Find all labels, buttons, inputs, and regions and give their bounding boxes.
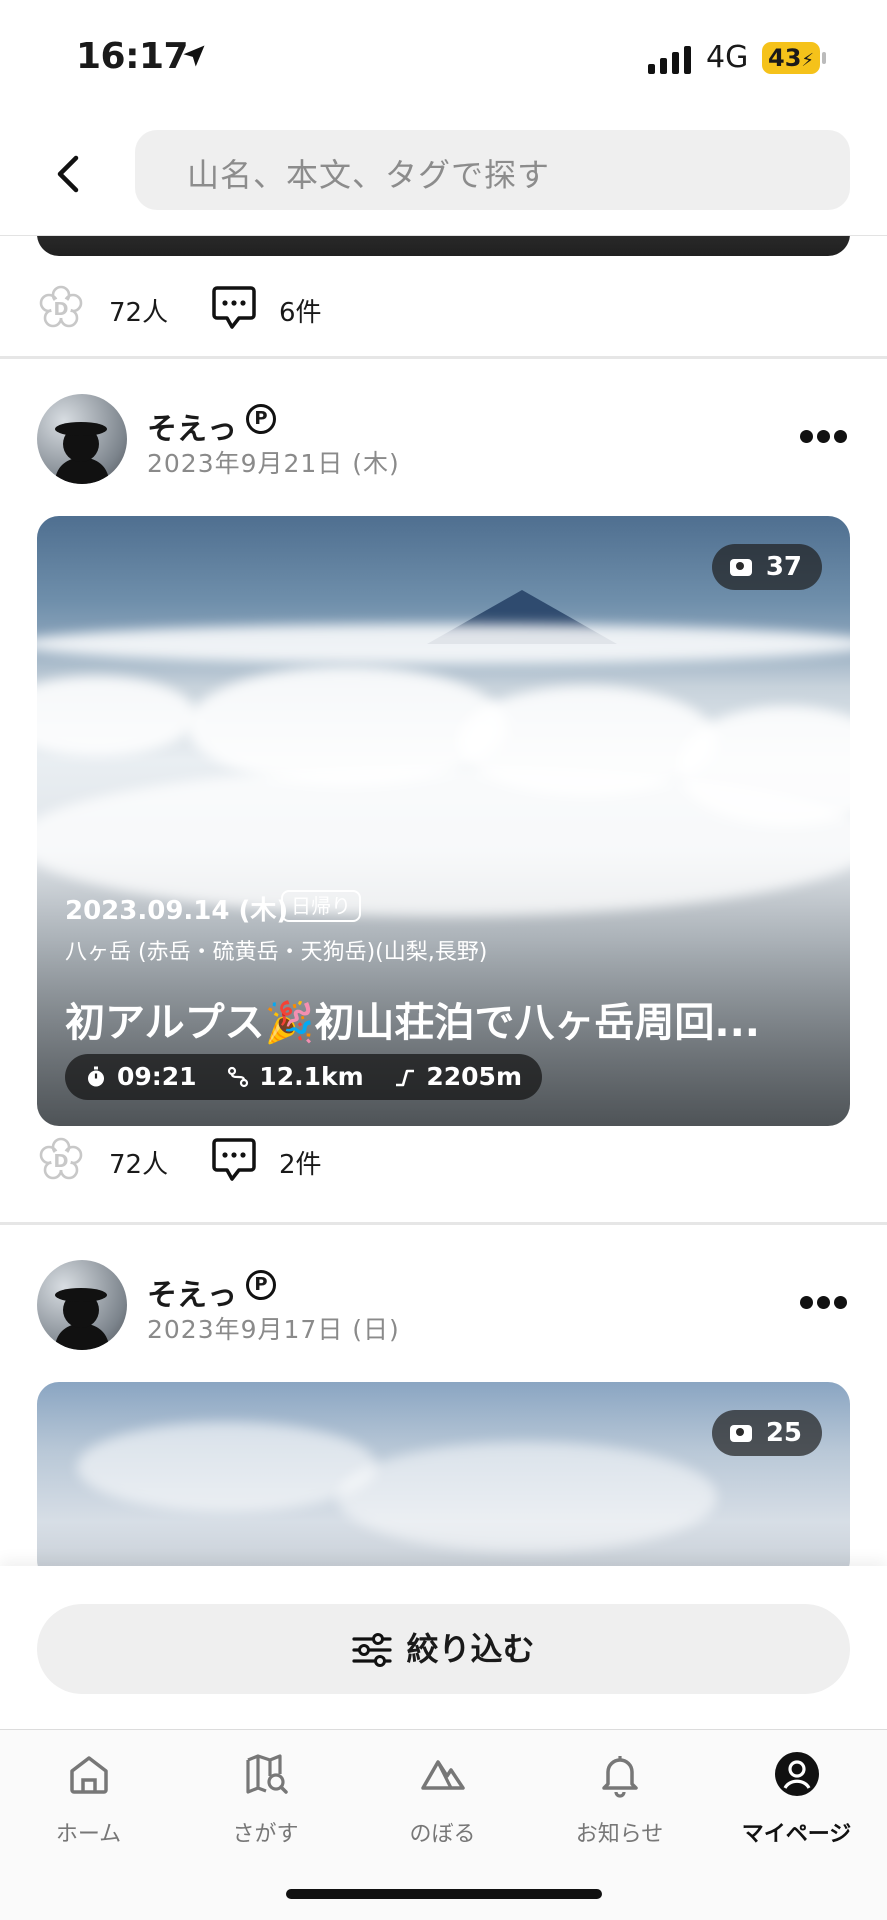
search-placeholder: 山名、本文、タグで探す bbox=[187, 156, 551, 194]
comment-icon[interactable] bbox=[211, 1136, 257, 1184]
stat-time-value: 09:21 bbox=[117, 1062, 197, 1091]
comment-count: 6件 bbox=[279, 298, 322, 328]
premium-badge: P bbox=[246, 1270, 276, 1300]
premium-badge: P bbox=[246, 404, 276, 434]
tab-search[interactable]: さがす bbox=[177, 1750, 354, 1860]
activity-date: 2023.09.14 (木) bbox=[65, 896, 289, 926]
post-card: そえっ P 2023年9月21日 (木) 37 2023.09.14 (木) 日… bbox=[0, 394, 887, 1181]
filter-bar: 絞り込む bbox=[0, 1566, 887, 1730]
camera-icon bbox=[729, 559, 752, 576]
activity-title: 初アルプス🎉初山荘泊で八ヶ岳周回... bbox=[65, 1000, 760, 1046]
stat-distance-value: 12.1km bbox=[259, 1062, 364, 1091]
activity-photo[interactable]: 37 2023.09.14 (木) 日帰り 八ヶ岳 (赤岳・硫黄岳・天狗岳)(山… bbox=[37, 516, 850, 1126]
search-input[interactable]: 山名、本文、タグで探す bbox=[135, 130, 850, 210]
more-options-icon[interactable] bbox=[800, 428, 848, 446]
signal-icon bbox=[648, 46, 691, 74]
stat-elevation: 2205m bbox=[394, 1062, 522, 1091]
photo-count: 25 bbox=[765, 1418, 802, 1448]
status-bar: 16:17 4G 43⚡ bbox=[0, 0, 887, 118]
stopwatch-icon bbox=[88, 1066, 104, 1087]
tab-label: ホーム bbox=[55, 1822, 122, 1847]
post-date: 2023年9月21日 (木) bbox=[147, 449, 400, 478]
stat-elevation-value: 2205m bbox=[426, 1062, 523, 1091]
tab-mypage[interactable]: マイページ bbox=[708, 1750, 885, 1860]
comment-count: 2件 bbox=[279, 1150, 322, 1180]
like-count: 72人 bbox=[109, 1150, 169, 1180]
home-indicator[interactable] bbox=[286, 1889, 602, 1899]
previous-post-reactions: D 72人 6件 bbox=[37, 280, 850, 340]
trip-type-badge: 日帰り bbox=[281, 890, 361, 922]
photo-count: 37 bbox=[765, 552, 802, 582]
filter-button[interactable]: 絞り込む bbox=[37, 1604, 850, 1694]
tab-label: マイページ bbox=[741, 1822, 852, 1847]
avatar[interactable] bbox=[37, 1260, 127, 1350]
filter-label: 絞り込む bbox=[406, 1630, 535, 1668]
sliders-icon bbox=[352, 1633, 393, 1667]
back-chevron-icon[interactable] bbox=[46, 146, 92, 202]
charging-icon: ⚡ bbox=[801, 50, 815, 71]
mountain-names: 八ヶ岳 (赤岳・硫黄岳・天狗岳)(山梨,長野) bbox=[65, 940, 488, 965]
route-icon bbox=[228, 1066, 249, 1088]
user-name[interactable]: そえっ bbox=[147, 404, 237, 448]
tab-label: のぼる bbox=[409, 1822, 476, 1847]
domo-like-icon[interactable]: D bbox=[37, 284, 85, 332]
photo-count-badge: 25 bbox=[711, 1410, 822, 1456]
search-header: 山名、本文、タグで探す bbox=[0, 118, 887, 236]
stat-distance: 12.1km bbox=[227, 1062, 364, 1091]
svg-text:D: D bbox=[54, 299, 69, 320]
post-divider bbox=[0, 356, 887, 359]
more-options-icon[interactable] bbox=[800, 1294, 848, 1312]
domo-like-icon[interactable]: D bbox=[37, 1136, 85, 1184]
activity-stats: 09:21 12.1km 2205m bbox=[65, 1054, 543, 1100]
person-icon bbox=[774, 1752, 819, 1796]
map-search-icon bbox=[245, 1754, 288, 1794]
home-icon bbox=[69, 1756, 108, 1794]
mountain-icon bbox=[420, 1760, 465, 1790]
photo-count-badge: 37 bbox=[711, 544, 822, 590]
post-divider bbox=[0, 1222, 887, 1225]
tab-notifications[interactable]: お知らせ bbox=[531, 1750, 708, 1860]
like-count: 72人 bbox=[109, 298, 169, 328]
bell-icon bbox=[601, 1756, 638, 1798]
battery-cap bbox=[822, 52, 826, 64]
network-label: 4G bbox=[706, 40, 749, 75]
previous-post-photo[interactable] bbox=[37, 236, 850, 256]
user-name[interactable]: そえっ bbox=[147, 1270, 237, 1314]
comment-icon[interactable] bbox=[211, 284, 257, 332]
activity-photo[interactable]: 25 bbox=[37, 1382, 850, 1566]
status-time: 16:17 bbox=[76, 36, 189, 77]
avatar[interactable] bbox=[37, 394, 127, 484]
battery-indicator: 43⚡ bbox=[762, 42, 820, 74]
camera-icon bbox=[729, 1425, 752, 1442]
tab-label: お知らせ bbox=[575, 1822, 664, 1847]
activity-feed[interactable]: D 72人 6件 そえっ P 2023年9月21日 (木) 37 2023.09… bbox=[0, 236, 887, 1566]
post-card: そえっ P 2023年9月17日 (日) 25 bbox=[0, 1260, 887, 1566]
tab-label: さがす bbox=[232, 1822, 299, 1847]
elevation-icon bbox=[396, 1069, 415, 1087]
post-reactions: D 72人 2件 bbox=[37, 1132, 850, 1192]
svg-text:D: D bbox=[54, 1151, 69, 1172]
post-date: 2023年9月17日 (日) bbox=[147, 1315, 400, 1344]
location-arrow-icon bbox=[183, 45, 205, 67]
battery-level: 43 bbox=[768, 44, 802, 72]
stat-time: 09:21 bbox=[85, 1062, 197, 1091]
tab-climb[interactable]: のぼる bbox=[354, 1750, 531, 1860]
tab-home[interactable]: ホーム bbox=[0, 1750, 177, 1860]
